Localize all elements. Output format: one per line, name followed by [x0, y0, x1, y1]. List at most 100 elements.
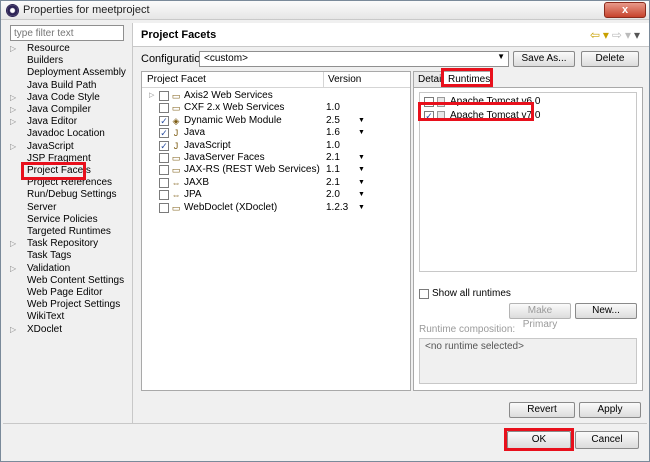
facet-version[interactable]: 1.1: [326, 164, 340, 176]
sidebar-item[interactable]: Web Project Settings: [10, 299, 130, 311]
sidebar-item-label[interactable]: Server: [27, 202, 56, 214]
sidebar-item[interactable]: WikiText: [10, 311, 130, 323]
chevron-down-icon[interactable]: ▼: [358, 177, 365, 189]
view-menu-icon[interactable]: ▾: [634, 28, 643, 42]
sidebar-item[interactable]: Service Policies: [10, 214, 130, 226]
sidebar-item-label[interactable]: Deployment Assembly: [27, 67, 126, 79]
facet-version[interactable]: 2.0: [326, 189, 340, 201]
facet-row[interactable]: ⇔ JAXB 2.1 ▼: [142, 177, 410, 189]
sidebar-item-label[interactable]: Java Editor: [27, 116, 77, 128]
show-all-checkbox[interactable]: [419, 289, 429, 299]
expand-arrow-icon[interactable]: ▷: [10, 324, 20, 336]
sidebar-item[interactable]: Javadoc Location: [10, 128, 130, 140]
facet-checkbox[interactable]: [159, 202, 169, 213]
sidebar-item-label[interactable]: Validation: [27, 263, 70, 275]
make-primary-button[interactable]: Make Primary: [509, 303, 571, 330]
sidebar-item[interactable]: ▷ Task Repository: [10, 238, 130, 250]
facet-version[interactable]: 1.2.3: [326, 202, 348, 214]
sidebar-item-label[interactable]: Builders: [27, 55, 63, 67]
expand-arrow-icon[interactable]: ▷: [10, 116, 20, 128]
sidebar-item[interactable]: Deployment Assembly: [10, 67, 130, 79]
facet-checkbox[interactable]: [159, 91, 169, 101]
sidebar-item[interactable]: Java Build Path: [10, 80, 130, 92]
chevron-down-icon[interactable]: ▼: [358, 189, 365, 201]
sidebar-item[interactable]: Web Content Settings: [10, 275, 130, 287]
sidebar-item[interactable]: Builders: [10, 55, 130, 67]
apply-button[interactable]: Apply: [579, 402, 641, 418]
column-header-facet[interactable]: Project Facet: [147, 74, 206, 85]
sidebar-item[interactable]: Task Tags: [10, 250, 130, 262]
expand-arrow-icon[interactable]: ▷: [10, 238, 20, 250]
expand-arrow-icon[interactable]: ▷: [10, 141, 20, 153]
expand-arrow-icon[interactable]: ▷: [149, 90, 154, 102]
sidebar-item[interactable]: ▷ Java Editor: [10, 116, 130, 128]
sidebar-item[interactable]: Run/Debug Settings: [10, 189, 130, 201]
sidebar-item[interactable]: ▷ Java Code Style: [10, 92, 130, 104]
sidebar-item-label[interactable]: Service Policies: [27, 214, 98, 226]
sidebar-item-label[interactable]: WikiText: [27, 311, 64, 323]
facet-row[interactable]: ▭ JavaServer Faces 2.1 ▼: [142, 152, 410, 164]
facet-row[interactable]: ▭ CXF 2.x Web Services 1.0: [142, 102, 410, 114]
sidebar-item-label[interactable]: Web Project Settings: [27, 299, 120, 311]
show-all-label[interactable]: Show all runtimes: [432, 288, 511, 299]
facet-row[interactable]: ⇔ JPA 2.0 ▼: [142, 189, 410, 201]
facet-checkbox[interactable]: [159, 177, 169, 188]
facet-checkbox[interactable]: ✓: [159, 140, 169, 151]
column-header-version[interactable]: Version: [328, 74, 361, 85]
title-bar[interactable]: Properties for meetproject x: [1, 1, 649, 20]
sidebar-item[interactable]: ▷ XDoclet: [10, 324, 130, 336]
facet-version[interactable]: 2.1: [326, 152, 340, 164]
sidebar-item-label[interactable]: Task Tags: [27, 250, 71, 262]
new-runtime-button[interactable]: New...: [575, 303, 637, 319]
back-arrow-icon[interactable]: ⇦▾: [590, 28, 612, 42]
facet-checkbox[interactable]: [159, 165, 169, 176]
sidebar-item-label[interactable]: Javadoc Location: [27, 128, 105, 140]
facet-checkbox[interactable]: ✓: [159, 128, 169, 139]
revert-button[interactable]: Revert: [509, 402, 575, 418]
expand-arrow-icon[interactable]: ▷: [10, 104, 20, 116]
delete-button[interactable]: Delete: [581, 51, 639, 67]
navigation-arrows[interactable]: ⇦▾⇨▾▾: [590, 28, 643, 42]
expand-arrow-icon[interactable]: ▷: [10, 263, 20, 275]
facet-row[interactable]: ✓ J Java 1.6 ▼: [142, 127, 410, 139]
chevron-down-icon[interactable]: ▼: [358, 152, 365, 164]
sidebar-item[interactable]: Targeted Runtimes: [10, 226, 130, 238]
chevron-down-icon[interactable]: ▼: [358, 202, 365, 214]
facet-checkbox[interactable]: [159, 103, 169, 114]
column-divider[interactable]: [323, 72, 324, 88]
tab-details[interactable]: Details: [413, 71, 443, 87]
sidebar-item[interactable]: ▷ Validation: [10, 263, 130, 275]
close-button[interactable]: x: [604, 2, 646, 18]
cancel-button[interactable]: Cancel: [575, 431, 639, 449]
sidebar-item[interactable]: ▷ JavaScript: [10, 141, 130, 153]
filter-input[interactable]: [10, 25, 124, 41]
sidebar-item[interactable]: Web Page Editor: [10, 287, 130, 299]
facet-version[interactable]: 1.6: [326, 127, 340, 139]
facet-checkbox[interactable]: ✓: [159, 115, 169, 126]
sidebar-item[interactable]: Server: [10, 202, 130, 214]
sidebar-item[interactable]: ▷ Java Compiler: [10, 104, 130, 116]
facet-version[interactable]: 2.1: [326, 177, 340, 189]
chevron-down-icon[interactable]: ▼: [358, 164, 365, 176]
facet-row[interactable]: ✓ ◈ Dynamic Web Module 2.5 ▼: [142, 115, 410, 127]
facet-row[interactable]: ✓ J JavaScript 1.0: [142, 140, 410, 152]
facet-row[interactable]: ▭ WebDoclet (XDoclet) 1.2.3 ▼: [142, 202, 410, 214]
sidebar-item-label[interactable]: Web Content Settings: [27, 275, 124, 287]
sidebar-item-label[interactable]: Web Page Editor: [27, 287, 102, 299]
save-as-button[interactable]: Save As...: [513, 51, 575, 67]
configuration-select[interactable]: <custom> ▼: [199, 51, 509, 67]
facet-version[interactable]: 1.0: [326, 140, 340, 152]
facet-version[interactable]: 2.5: [326, 115, 340, 127]
sidebar-item-label[interactable]: Task Repository: [27, 238, 98, 250]
facet-version[interactable]: 1.0: [326, 102, 340, 114]
facet-checkbox[interactable]: [159, 153, 169, 163]
forward-arrow-icon[interactable]: ⇨▾: [612, 28, 634, 42]
sidebar-item[interactable]: ▷ Resource: [10, 43, 130, 55]
chevron-down-icon[interactable]: ▼: [358, 115, 365, 127]
expand-arrow-icon[interactable]: ▷: [10, 92, 20, 104]
sidebar-item-label[interactable]: Java Compiler: [27, 104, 91, 116]
sidebar-item-label[interactable]: Targeted Runtimes: [27, 226, 111, 238]
sidebar-item-label[interactable]: Java Code Style: [27, 92, 100, 104]
expand-arrow-icon[interactable]: ▷: [10, 43, 20, 55]
sidebar-item-label[interactable]: Java Build Path: [27, 80, 97, 92]
